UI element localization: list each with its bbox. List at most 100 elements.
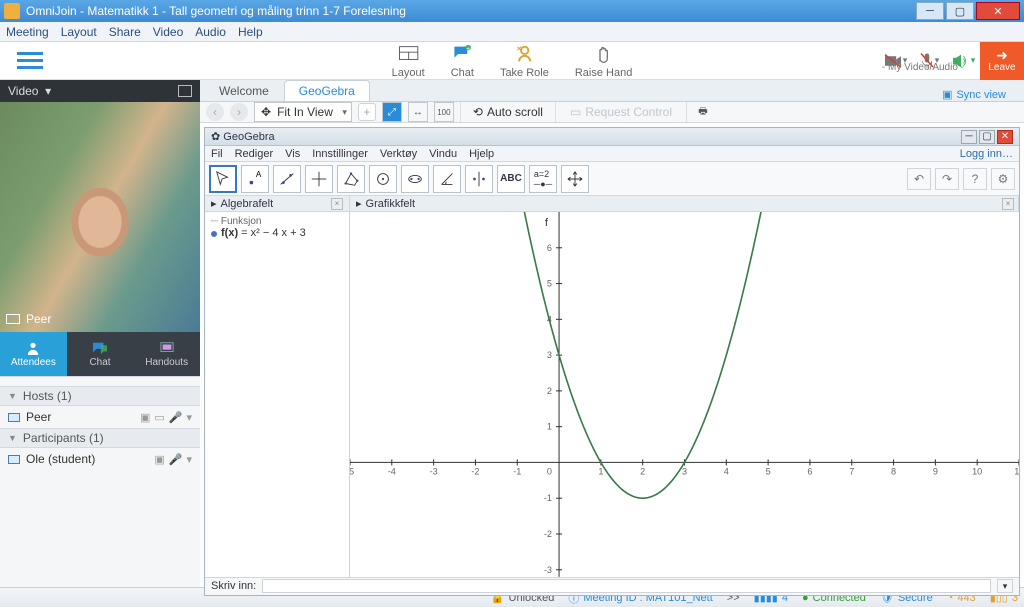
tool-reflect[interactable] [465,165,493,193]
popout-icon[interactable] [178,85,192,97]
tab-welcome[interactable]: Welcome [204,80,284,101]
tool-take-role[interactable]: Take Role [500,43,549,79]
cam-icon[interactable]: ▣ [154,453,164,466]
close-button[interactable]: ✕ [976,2,1020,20]
gg-menu-verktoy[interactable]: Verktøy [380,148,417,160]
main-toolbar: Layout + Chat Take Role Raise Hand ▾ ▾ ▾… [0,42,1024,80]
svg-text:8: 8 [891,467,896,477]
nav-fwd[interactable]: › [230,103,248,121]
tool-line[interactable] [273,165,301,193]
sync-view-button[interactable]: ▣ Sync view [942,88,1024,101]
svg-text:2: 2 [547,386,552,396]
close-icon[interactable]: × [331,198,343,210]
help-button[interactable]: ? [963,168,987,190]
tool-move[interactable] [209,165,237,193]
left-panel: Video ▾ Peer Attendees Chat Handouts ▼ [0,80,200,587]
tool-layout[interactable]: Layout [392,43,425,79]
cam-icon[interactable]: ▣ [140,411,150,424]
geogebra-window: ✿ GeoGebra ─ ▢ ✕ Fil Rediger Vis Innstil… [204,127,1020,596]
svg-text:3: 3 [682,467,687,477]
tool-circle[interactable] [369,165,397,193]
gg-menu-rediger[interactable]: Rediger [235,148,274,160]
command-input[interactable] [262,579,991,593]
algebra-panel-header[interactable]: ▸ Algebrafelt× [205,196,350,211]
zoom-100-button[interactable]: 100 [434,102,454,122]
tool-angle[interactable] [433,165,461,193]
menu-layout[interactable]: Layout [61,25,97,39]
gg-menu-innstillinger[interactable]: Innstillinger [312,148,368,160]
screen-icon[interactable]: ▭ [154,411,164,424]
menu-help[interactable]: Help [238,25,263,39]
window-title: OmniJoin - Matematikk 1 - Tall geometri … [26,4,916,18]
svg-text:+: + [466,45,470,52]
input-dropdown[interactable]: ▾ [997,579,1013,593]
gg-close[interactable]: ✕ [997,130,1013,144]
menu-video[interactable]: Video [153,25,183,39]
svg-text:-1: -1 [513,467,521,477]
nav-back[interactable]: ‹ [206,103,224,121]
host-row[interactable]: Peer ▣▭🎤▾ [0,406,200,428]
svg-text:-4: -4 [388,467,396,477]
svg-text:1: 1 [547,422,552,432]
function-entry[interactable]: f(x) = x² − 4 x + 3 [211,227,343,239]
svg-text:11: 11 [1014,467,1019,477]
sidebar-handouts[interactable]: Handouts [133,332,200,376]
hamburger-button[interactable] [0,42,60,79]
redo-button[interactable]: ↷ [935,168,959,190]
maximize-button[interactable]: ▢ [946,2,974,20]
graphics-panel-header[interactable]: ▸ Grafikkfelt× [350,196,1019,211]
leave-button[interactable]: ➜Leave [980,42,1024,80]
svg-text:-3: -3 [544,565,552,575]
tool-ellipse[interactable] [401,165,429,193]
chevron-down-icon[interactable]: ▾ [186,411,192,424]
tool-slider[interactable]: a=2─●─ [529,165,557,193]
tab-geogebra[interactable]: GeoGebra [284,80,370,101]
gg-menu-vindu[interactable]: Vindu [429,148,457,160]
participants-header[interactable]: ▼Participants (1) [0,428,200,448]
request-control-button[interactable]: ▭ Request Control [562,105,680,119]
tool-chat[interactable]: + Chat [451,43,474,79]
fit-page-button[interactable]: ⤢ [382,102,402,122]
gg-maximize[interactable]: ▢ [979,130,995,144]
settings-button[interactable]: ⚙ [991,168,1015,190]
tool-raise-hand[interactable]: Raise Hand [575,43,632,79]
print-button[interactable]: 🖶 [693,102,713,122]
mic-muted-icon[interactable]: 🎤 [169,453,183,466]
menu-meeting[interactable]: Meeting [6,25,49,39]
add-button[interactable]: + [358,103,376,121]
app-icon [4,3,20,19]
gg-menu-vis[interactable]: Vis [285,148,300,160]
sidebar-attendees[interactable]: Attendees [0,332,67,376]
close-icon[interactable]: × [1002,198,1014,210]
menu-bar: Meeting Layout Share Video Audio Help [0,22,1024,42]
presenter-video: Peer [0,102,200,332]
svg-text:5: 5 [766,467,771,477]
tool-text[interactable]: ABC [497,165,525,193]
menu-audio[interactable]: Audio [195,25,226,39]
svg-text:-3: -3 [430,467,438,477]
monitor-icon [6,314,20,324]
tool-polygon[interactable] [337,165,365,193]
gg-login[interactable]: Logg inn… [960,148,1013,160]
minimize-button[interactable]: ─ [916,2,944,20]
menu-share[interactable]: Share [109,25,141,39]
svg-text:5: 5 [547,279,552,289]
monitor-icon [8,413,20,422]
fit-in-view-dropdown[interactable]: ✥ Fit In View [254,102,352,122]
hosts-header[interactable]: ▼Hosts (1) [0,386,200,406]
gg-menu-hjelp[interactable]: Hjelp [469,148,494,160]
fit-width-button[interactable]: ↔ [408,102,428,122]
gg-menu-fil[interactable]: Fil [211,148,223,160]
chevron-down-icon[interactable]: ▾ [186,453,192,466]
tool-point[interactable]: A [241,165,269,193]
algebra-panel: ─ Funksjon f(x) = x² − 4 x + 3 [205,212,350,577]
undo-button[interactable]: ↶ [907,168,931,190]
participant-row[interactable]: Ole (student) ▣🎤▾ [0,448,200,470]
mic-icon[interactable]: 🎤 [169,411,183,424]
sidebar-chat[interactable]: Chat [67,332,134,376]
graphics-panel[interactable]: -5-4-3-2-11234567891011-3-2-11234560f [350,212,1019,577]
tool-movegraph[interactable] [561,165,589,193]
tool-perpendicular[interactable] [305,165,333,193]
auto-scroll-toggle[interactable]: ⟲ Auto scroll [467,105,549,119]
gg-minimize[interactable]: ─ [961,130,977,144]
